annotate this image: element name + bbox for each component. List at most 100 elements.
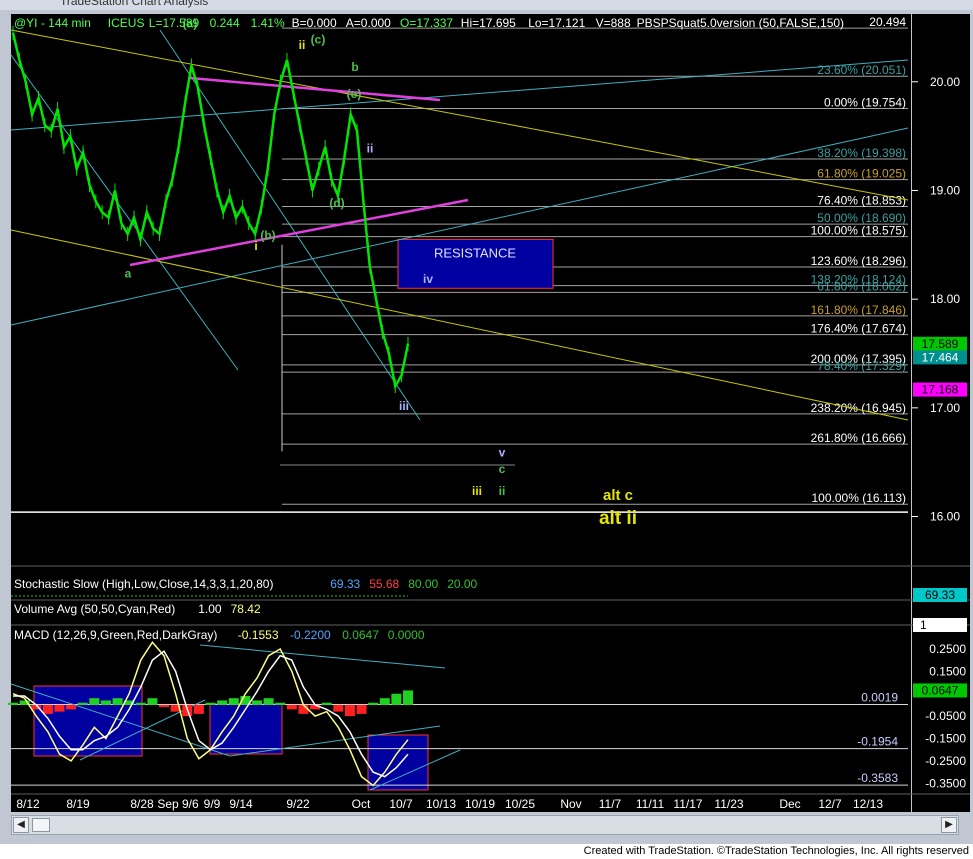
wave-label: (e) [347, 87, 362, 101]
fib-level-label: 61.80% (19.025) [817, 167, 906, 181]
x-axis-label: 11/23 [714, 797, 743, 811]
x-axis-label: Dec [779, 797, 800, 811]
wave-label: iii [472, 484, 482, 498]
price-axis-label: 19.00 [930, 183, 960, 197]
price-axis-label: 20.00 [930, 75, 960, 89]
header-value-11: PBSPSquat5.0version (50,FALSE,150) [637, 16, 844, 30]
macd-histogram-bar [89, 698, 100, 705]
x-axis-label: 8/12 [16, 797, 40, 811]
fib-level-label: 161.80% (17.846) [811, 303, 906, 317]
stochastic-tag: 69.33 [925, 588, 955, 602]
chevron-left-icon[interactable]: ◀ [13, 817, 29, 833]
fib-level-label: 38.20% (19.398) [817, 146, 906, 160]
stochastic-legend-3: 80.00 [408, 577, 438, 591]
fib-level-label: 100.00% (18.575) [811, 224, 906, 238]
stochastic-legend-2: 55.68 [369, 577, 399, 591]
macd-highlight-box [209, 703, 283, 755]
x-axis-label: 11/17 [673, 797, 702, 811]
macd-histogram-bar [54, 704, 65, 712]
macd-histogram-bar [251, 700, 262, 705]
x-axis-label: 11/7 [599, 797, 622, 811]
x-axis-label: 12/7 [818, 797, 842, 811]
price-axis-label: 16.00 [930, 510, 960, 524]
header-value-0: @YI - 144 min [14, 16, 91, 30]
macd-histogram-bar [298, 704, 309, 714]
x-axis-label: 8/19 [66, 797, 90, 811]
macd-level-label: -0.1954 [857, 735, 898, 749]
header-value-8: Hi=17.695 [461, 16, 516, 30]
macd-axis-label: 0.2500 [929, 642, 966, 656]
price-tag-1: 17.464 [922, 350, 959, 364]
fib-level-label: 61.80% (18.062) [817, 279, 906, 293]
x-axis-label: 12/13 [853, 797, 883, 811]
macd-histogram-bar [42, 704, 53, 714]
macd-histogram-bar [403, 690, 413, 705]
volume-tag: 1 [920, 618, 927, 632]
macd-histogram-bar [344, 704, 355, 717]
macd-histogram-bar [100, 700, 111, 705]
macd-histogram-bar [379, 698, 390, 705]
macd-histogram-bar [205, 702, 216, 705]
x-axis-label: 8/28 [130, 797, 154, 811]
wave-label: v [499, 446, 506, 460]
scroll-thumb[interactable] [32, 818, 50, 832]
header-value-6: A=0.000 [346, 16, 391, 30]
fib-level-label: 176.40% (17.674) [811, 322, 906, 336]
macd-axis-label: -0.2500 [925, 754, 966, 768]
header-value-4: 1.41% [251, 16, 285, 30]
fib-level-label: 238.20% (16.945) [811, 401, 906, 415]
x-axis-label: 10/25 [505, 797, 535, 811]
macd-histogram-bar [135, 702, 146, 705]
macd-histogram-bar [112, 698, 123, 705]
wave-label: (c) [311, 33, 326, 47]
macd-histogram-bar [228, 698, 239, 705]
macd-tag: 0.0647 [922, 683, 959, 697]
volume-legend-1: 1.00 [198, 602, 222, 616]
price-tag-0: 17.589 [922, 337, 959, 351]
wave-label: iv [423, 272, 433, 286]
fib-level-label: 78.40% (17.329) [817, 359, 906, 373]
header-value-7: O=17.337 [400, 16, 453, 30]
macd-legend-1: -0.1553 [238, 628, 279, 642]
wave-label: i [254, 239, 257, 253]
macd-histogram-bar [147, 698, 158, 705]
wave-label: ii [499, 484, 506, 498]
macd-histogram-bar [368, 702, 379, 705]
wave-label: alt c [603, 487, 633, 504]
chevron-right-icon[interactable]: ▶ [941, 817, 957, 833]
header-value-3: 0.244 [210, 16, 240, 30]
fib-level-label: 23.60% (20.051) [817, 63, 906, 77]
price-axis-label: 18.00 [930, 292, 960, 306]
horizontal-scrollbar[interactable]: ◀ ▶ [11, 815, 959, 835]
macd-histogram-bar [356, 704, 367, 714]
macd-legend-0: MACD (12,26,9,Green,Red,DarkGray) [14, 628, 217, 642]
stochastic-legend-1: 69.33 [330, 577, 360, 591]
wave-label: b [351, 60, 358, 74]
macd-histogram-bar [159, 704, 170, 708]
x-axis-label: 10/7 [389, 797, 413, 811]
wave-label: c [499, 462, 506, 476]
volume-legend-0: Volume Avg (50,50,Cyan,Red) [14, 602, 175, 616]
wave-label: iii [399, 399, 409, 413]
macd-histogram-bar [217, 700, 228, 705]
x-axis-label: 10/19 [465, 797, 495, 811]
footer: Created with TradeStation. ©TradeStation… [0, 845, 973, 859]
resistance-label: RESISTANCE [434, 245, 516, 260]
macd-histogram-bar [321, 702, 332, 705]
x-axis-label: Sep 9/6 [157, 797, 199, 811]
price-axis-label: 17.00 [930, 401, 960, 415]
macd-histogram-bar [275, 702, 286, 705]
header-value-5: B=0.000 [292, 16, 337, 30]
header-value-9: Lo=17.121 [528, 16, 585, 30]
x-axis-label: 9/14 [229, 797, 253, 811]
plot-area [11, 14, 911, 812]
macd-axis-label: -0.1500 [925, 732, 966, 746]
wave-label: ii [299, 38, 306, 52]
header-value-2: L=17.589 [149, 16, 200, 30]
macd-histogram-bar [66, 704, 77, 710]
x-axis-label: 11/11 [636, 797, 665, 811]
macd-level-label: 0.0019 [861, 691, 898, 705]
x-axis-label: Oct [352, 797, 371, 811]
fib-level-label: 0.00% (19.754) [824, 96, 906, 110]
macd-histogram-bar [8, 702, 18, 705]
